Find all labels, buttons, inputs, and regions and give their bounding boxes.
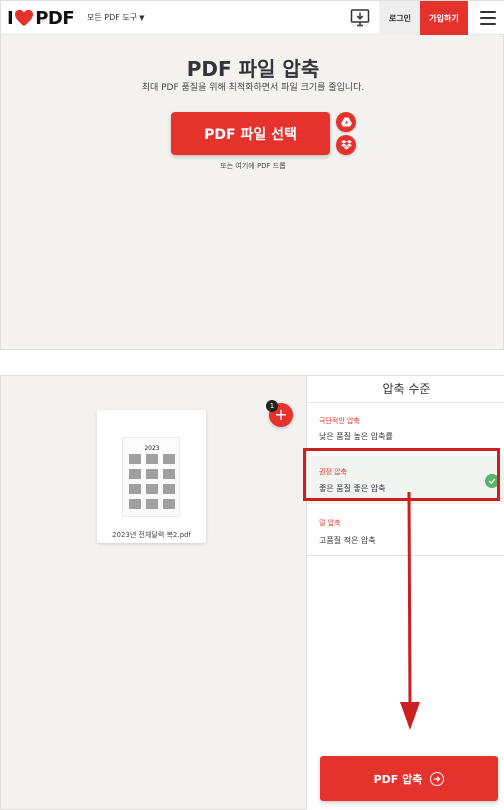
file-card[interactable]: 2023 2023년 전체달력 복2.pdf [97, 410, 206, 543]
caret-down-icon: ▼ [139, 13, 145, 22]
logo-letter: I [7, 7, 14, 29]
page-title: PDF 파일 압축 [186, 57, 320, 81]
logo[interactable]: I PDF [7, 7, 75, 29]
compress-screen: 압축 수준 극단적인 압축 낮은 품질 높은 압축률 권장 압축 좋은 품질 좋… [0, 375, 504, 810]
file-count-badge: 1 [266, 400, 278, 412]
select-pdf-button[interactable]: PDF 파일 선택 [171, 112, 330, 155]
calendar-thumbnail-icon [129, 454, 175, 509]
signup-button[interactable]: 가입하기 [420, 1, 468, 35]
drop-hint: 또는 여기에 PDF 드롭 [220, 162, 286, 170]
compress-button-label: PDF 압축 [373, 772, 423, 786]
file-thumbnail: 2023 [122, 437, 180, 517]
desktop-download-icon[interactable] [350, 8, 370, 28]
login-button[interactable]: 로그인 [379, 1, 421, 35]
level-extreme-compression[interactable]: 극단적인 압축 낮은 품질 높은 압축률 [307, 406, 504, 454]
level-description: 고품질 적은 압축 [319, 536, 376, 545]
level-title: 극단적인 압축 [319, 417, 360, 425]
level-title: 덜 압축 [319, 519, 341, 527]
hamburger-icon[interactable] [480, 11, 496, 25]
logo-text: PDF [35, 7, 75, 29]
all-tools-label: 모든 PDF 도구 [87, 13, 138, 22]
google-drive-icon [340, 117, 352, 127]
upload-screen: I PDF 모든 PDF 도구 ▼ 로그인 가입하기 PDF 파일 압축 최대 … [0, 0, 504, 350]
level-description: 낮은 품질 높은 압축률 [319, 432, 393, 441]
compress-pdf-button[interactable]: PDF 압축 [320, 756, 498, 801]
sidebar-title: 압축 수준 [307, 376, 504, 403]
dropbox-icon [340, 140, 352, 150]
all-tools-menu[interactable]: 모든 PDF 도구 ▼ [87, 12, 145, 23]
heart-icon [15, 9, 34, 27]
annotation-arrow-icon [400, 491, 420, 730]
page-subtitle: 최대 PDF 품질을 위해 최적화하면서 파일 크기를 줄입니다. [141, 83, 365, 93]
header: I PDF 모든 PDF 도구 ▼ 로그인 가입하기 [1, 1, 504, 35]
google-drive-button[interactable] [336, 112, 356, 132]
file-name: 2023년 전체달력 복2.pdf [112, 531, 191, 539]
arrow-right-circle-icon [430, 771, 445, 786]
dropbox-button[interactable] [336, 135, 356, 155]
thumbnail-year: 2023 [144, 445, 160, 452]
